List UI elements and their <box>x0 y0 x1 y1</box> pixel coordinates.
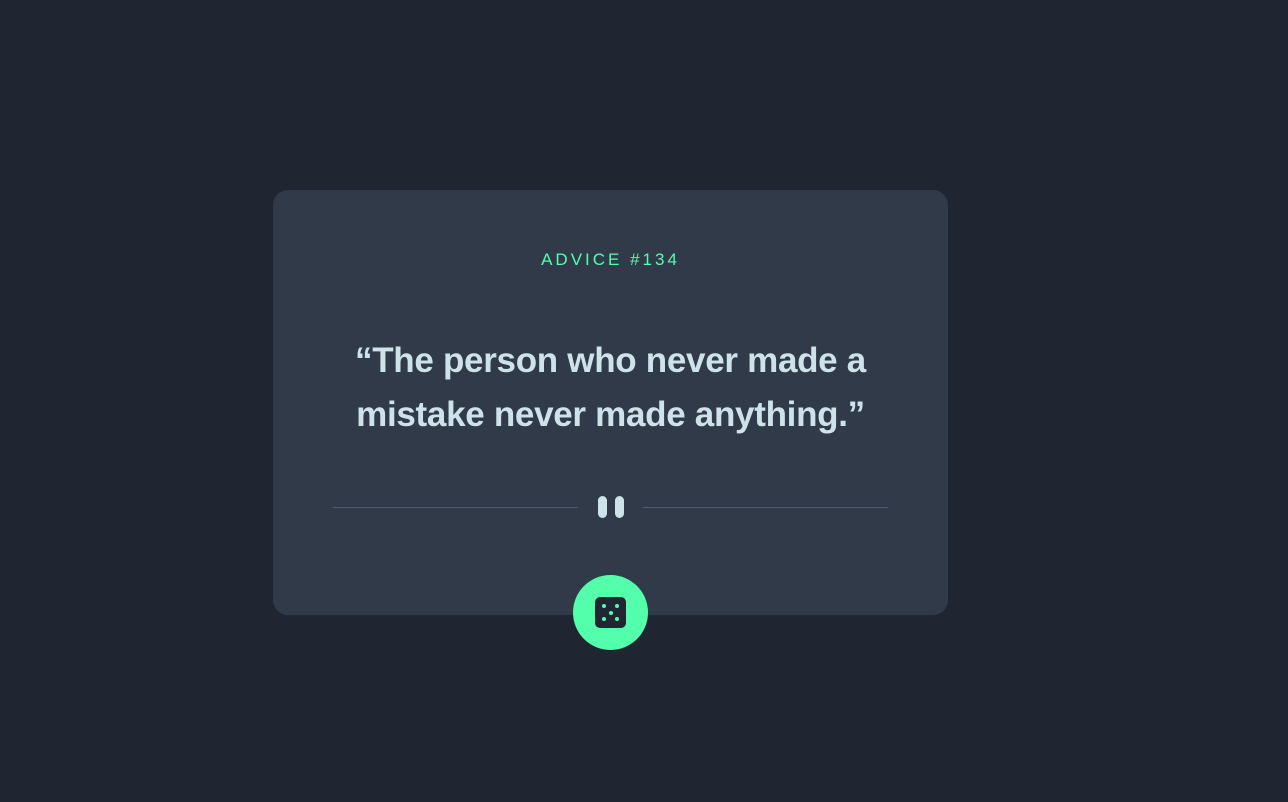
advice-quote: “The person who never made a mistake nev… <box>355 341 866 434</box>
advice-number: ADVICE #134 <box>541 250 680 269</box>
pause-icon <box>598 496 624 518</box>
dice-icon <box>595 597 626 628</box>
new-advice-button[interactable] <box>573 575 648 650</box>
pattern-divider <box>333 496 888 518</box>
divider-line-left <box>333 507 578 508</box>
divider-line-right <box>643 507 888 508</box>
